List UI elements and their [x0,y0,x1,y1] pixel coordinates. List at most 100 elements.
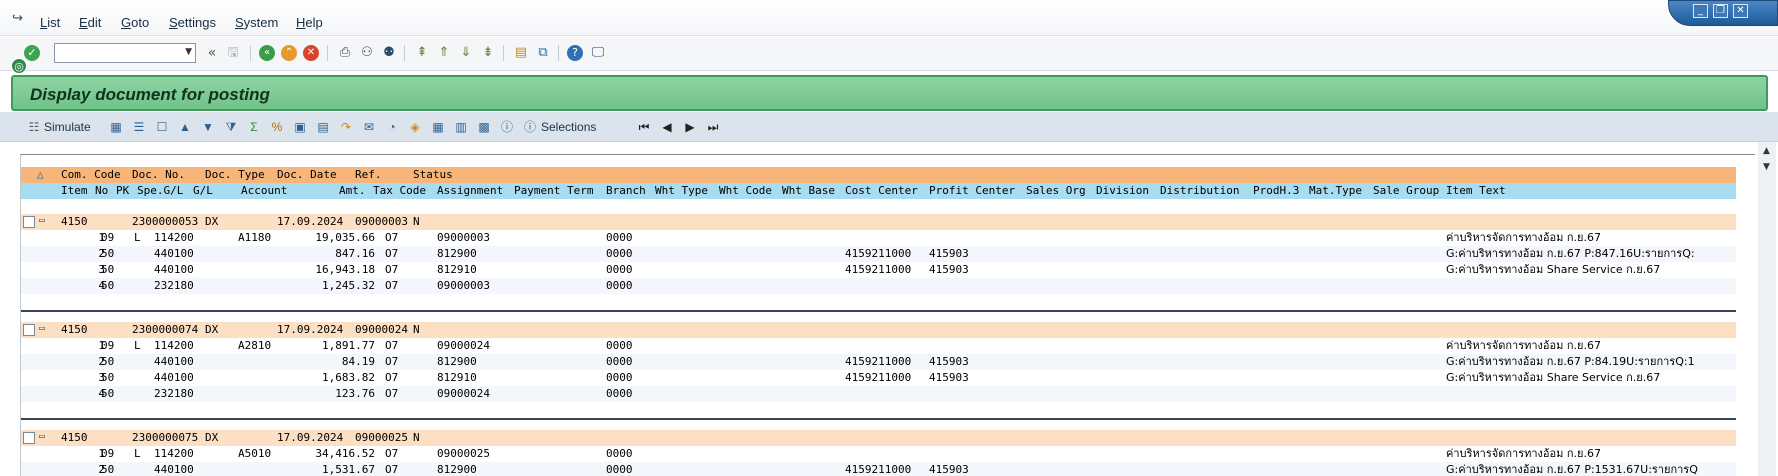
last-page-icon[interactable]: ⇟ [479,44,497,62]
line-item-row[interactable]: 1 09 L 114200 A5010 34,416.52 O7 09000025 0000 ค่… [21,446,1736,462]
previous-page-nav-icon[interactable]: ◀ [659,119,675,135]
branch: 0000 [606,355,633,368]
scroll-down-icon[interactable]: ▼ [1763,162,1770,172]
next-page-nav-icon[interactable]: ▶ [682,119,698,135]
document-header-row[interactable]: ▭ 4150 2300000053 DX 17.09.2024 09000003 N [21,214,1736,230]
line-item-row[interactable]: 4 50 232180 123.76 O7 09000024 0000 [21,386,1736,402]
row-checkbox[interactable] [23,432,35,444]
dropdown-arrow-icon[interactable]: ▼ [185,47,192,57]
gl-account: 114200 [154,231,194,244]
layout-icon[interactable]: ▦ [430,119,446,135]
branch: 0000 [606,463,633,476]
line-item-row[interactable]: 2 50 440100 1,531.67 O7 812900 0000 4159211000 4… [21,462,1736,476]
save-icon[interactable]: 🖫 [224,44,242,62]
back-icon[interactable]: « [259,45,275,61]
simulate-icon[interactable]: ☷ [26,119,42,135]
row-checkbox[interactable] [23,324,35,336]
exit-icon[interactable]: ⌃ [281,45,297,61]
export-icon[interactable]: ↷ [338,119,354,135]
command-field[interactable]: ▼ [54,43,196,63]
line-item-row[interactable]: 2 50 440100 84.19 O7 812900 0000 4159211000 4159… [21,354,1736,370]
status: N [413,215,420,228]
vertical-scrollbar[interactable]: ▲ ▼ [1758,142,1776,476]
sort-descending-icon[interactable]: ▼ [200,119,216,135]
deselect-all-icon[interactable]: ☐ [154,119,170,135]
customize-layout-icon[interactable]: 🖵 [589,44,607,62]
restore-icon[interactable]: ❐ [1713,4,1728,18]
branch: 0000 [606,371,633,384]
first-page-nav-icon[interactable]: ⏮ [636,119,652,135]
menu-goto[interactable]: Goto [121,15,149,30]
account: A5010 [238,447,272,460]
row-checkbox[interactable] [23,216,35,228]
menu-exit-icon[interactable]: ↪ [12,12,28,26]
last-page-nav-icon[interactable]: ⏭ [705,119,721,135]
selections-button[interactable]: Selections [541,119,596,135]
command-input[interactable] [55,44,175,62]
menu-list[interactable]: List [40,15,60,30]
profit-center: 415903 [929,463,969,476]
posting-key: 50 [101,355,115,368]
abc-analysis-icon[interactable]: ◈ [407,119,423,135]
com-code: 4150 [61,323,88,336]
find-icon[interactable]: ⚇ [358,44,376,62]
information-icon[interactable]: ⓘ [499,119,515,135]
close-icon[interactable]: ✕ [1733,4,1748,18]
menu-settings[interactable]: Settings [169,15,216,30]
print-preview-icon[interactable]: ▣ [292,119,308,135]
title-bar: Display document for posting [11,75,1768,111]
gos-icon[interactable]: ◎ [11,58,27,74]
sort-ascending-icon[interactable]: ▲ [177,119,193,135]
line-item-row[interactable]: 3 50 440100 16,943.18 O7 812910 0000 4159211000… [21,262,1736,278]
document-header-row[interactable]: ▭ 4150 2300000075 DX 17.09.2024 09000025 N [21,430,1736,446]
gl-account: 440100 [154,463,194,476]
help-icon[interactable]: ? [567,45,583,61]
print-icon[interactable]: ⎙ [336,44,354,62]
word-processing-icon[interactable]: ▤ [315,119,331,135]
menu-help[interactable]: Help [296,15,323,30]
details-icon[interactable]: ▦ [108,119,124,135]
create-session-icon[interactable]: ▤ [512,44,530,62]
enter-check-icon[interactable]: ✓ [24,45,40,61]
minimize-icon[interactable]: _ [1693,4,1708,18]
amount: 123.76 [335,387,375,400]
change-layout-icon[interactable]: ▥ [453,119,469,135]
menu-system[interactable]: System [235,15,278,30]
send-icon[interactable]: ✉ [361,119,377,135]
previous-page-icon[interactable]: ⇑ [435,44,453,62]
save-layout-icon[interactable]: ▩ [476,119,492,135]
select-all-icon[interactable]: ☰ [131,119,147,135]
line-item-row[interactable]: 1 09 L 114200 A1180 19,035.66 O7 09000003 0000 ค่… [21,230,1736,246]
scroll-up-icon[interactable]: ▲ [1763,146,1770,156]
collapse-icon[interactable]: « [203,44,221,62]
folder-icon[interactable]: ▭ [39,216,52,226]
graphic-icon[interactable]: ◔ [384,119,400,135]
line-item-row[interactable]: 3 50 440100 1,683.82 O7 812910 0000 4159211000 4… [21,370,1736,386]
next-page-icon[interactable]: ⇓ [457,44,475,62]
first-page-icon[interactable]: ⇞ [413,44,431,62]
folder-icon[interactable]: ▭ [39,324,52,334]
branch: 0000 [606,263,633,276]
cancel-icon[interactable]: ✕ [303,45,319,61]
profit-center: 415903 [929,263,969,276]
line-item-row[interactable]: 4 50 232180 1,245.32 O7 09000003 0000 [21,278,1736,294]
line-item-row[interactable]: 2 50 440100 847.16 O7 812900 0000 4159211000 415… [21,246,1736,262]
document-header-row[interactable]: ▭ 4150 2300000074 DX 17.09.2024 09000024 N [21,322,1736,338]
find-next-icon[interactable]: ⚉ [380,44,398,62]
assignment: 812900 [437,355,477,368]
simulate-button[interactable]: Simulate [44,119,91,135]
shortcut-icon[interactable]: ⧉ [534,44,552,62]
amount: 16,943.18 [315,263,375,276]
col-payment-term: Payment Term [514,184,594,197]
menu-edit[interactable]: Edit [79,15,101,30]
cost-center: 4159211000 [845,371,912,384]
selections-icon[interactable]: ⓘ [522,119,538,135]
total-icon[interactable]: Σ [246,119,262,135]
col-gl: G/L [193,184,213,197]
line-item-row[interactable]: 1 09 L 114200 A2810 1,891.77 O7 09000024 0000 ค่า… [21,338,1736,354]
subtotal-icon[interactable]: % [269,119,285,135]
filter-icon[interactable]: ⧩ [223,119,239,135]
sort-header-icon[interactable]: △ [37,167,44,183]
item-no: 2 [98,463,105,476]
folder-icon[interactable]: ▭ [39,432,52,442]
